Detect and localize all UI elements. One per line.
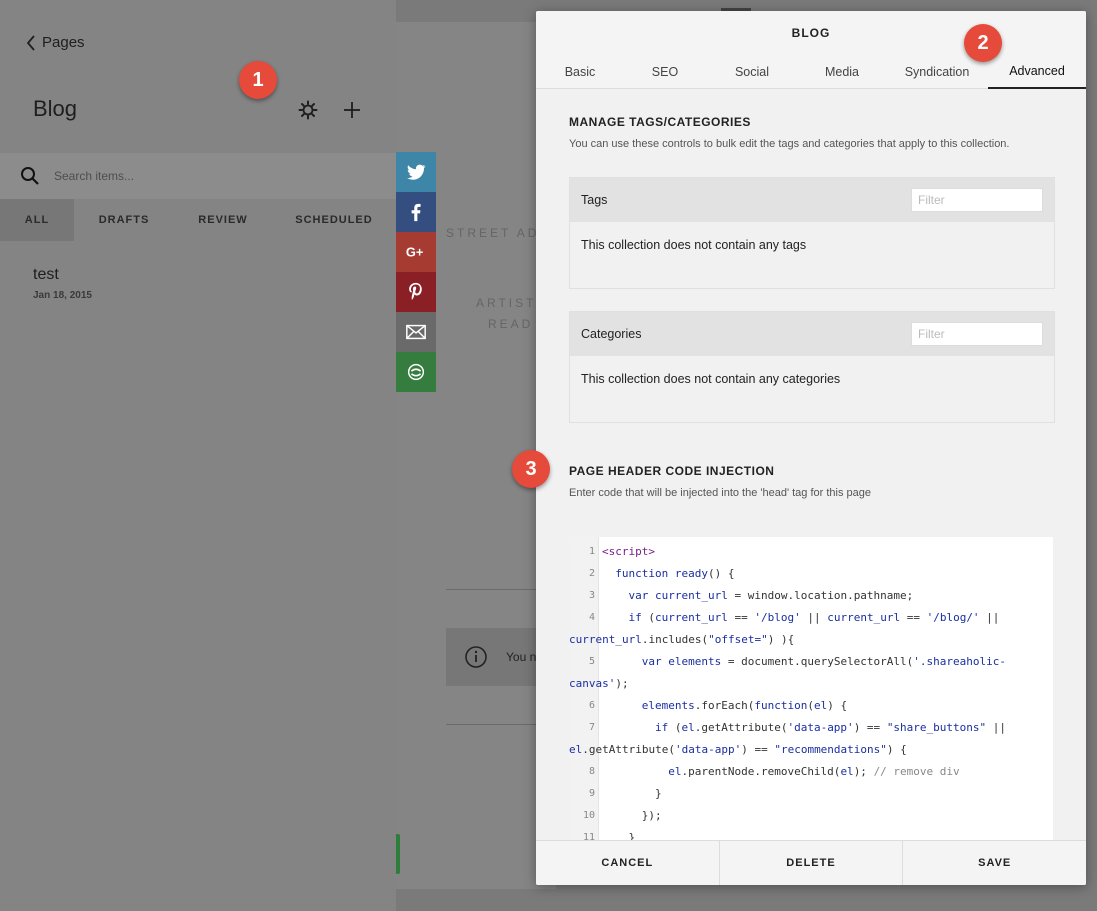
code-line: el.getAttribute('data-app') == "recommen…	[569, 743, 907, 756]
line-number: 1	[588, 546, 595, 557]
tags-box: Tags This collection does not contain an…	[569, 177, 1055, 289]
section-description: Enter code that will be injected into th…	[569, 487, 872, 499]
svg-text:G+: G+	[406, 245, 423, 260]
code-injection-editor[interactable]: 1 <script> 2 function ready() { 3 var cur…	[569, 537, 1053, 840]
tags-filter-input[interactable]	[911, 188, 1043, 212]
email-share-button[interactable]	[396, 312, 436, 352]
code-line: el.parentNode.removeChild(el); // remove…	[668, 765, 960, 778]
tags-box-header: Tags	[570, 178, 1054, 222]
code-line: if (el.getAttribute('data-app') == "shar…	[654, 721, 1007, 734]
facebook-share-button[interactable]	[396, 192, 436, 232]
shareaholic-share-button[interactable]	[396, 352, 436, 392]
search-icon	[21, 167, 39, 185]
post-date: Jan 18, 2015	[33, 290, 92, 301]
tab-media[interactable]: Media	[798, 55, 886, 89]
divider	[446, 589, 546, 590]
line-number: 5	[588, 656, 595, 667]
line-number: 2	[588, 568, 595, 579]
categories-filter-input[interactable]	[911, 322, 1043, 346]
notice-text: You n	[506, 650, 537, 664]
line-number: 8	[588, 766, 595, 777]
search-bar	[0, 153, 396, 199]
code-line: current_url.includes("offset=") ){	[569, 633, 795, 646]
pages-panel: Pages Blog ALL DRAFTS REVIEW SCHEDULED t…	[0, 0, 396, 911]
code-line: <script>	[602, 545, 655, 558]
tab-social[interactable]: Social	[706, 55, 798, 89]
dialog-header: BLOG Basic SEO Social Media Syndication …	[536, 11, 1086, 89]
back-to-pages-link[interactable]: Pages	[26, 34, 85, 51]
shareaholic-icon	[407, 363, 425, 381]
code-line: });	[602, 809, 662, 822]
categories-label: Categories	[581, 327, 642, 341]
google-plus-icon: G+	[406, 245, 423, 260]
chevron-left-icon	[26, 34, 35, 51]
divider	[446, 724, 546, 725]
info-icon	[465, 646, 487, 668]
cancel-button[interactable]: CANCEL	[536, 841, 720, 885]
back-label: Pages	[42, 34, 85, 51]
gear-icon[interactable]	[298, 100, 318, 120]
preview-notice: You n	[446, 628, 546, 686]
categories-box-header: Categories	[570, 312, 1054, 356]
pinterest-icon	[409, 282, 422, 300]
add-item-icon[interactable]	[342, 100, 362, 120]
collection-settings-dialog: BLOG Basic SEO Social Media Syndication …	[536, 11, 1086, 885]
collection-title: Blog	[33, 96, 78, 121]
twitter-share-button[interactable]	[396, 152, 436, 192]
line-number: 4	[588, 612, 595, 623]
post-title: test	[33, 266, 59, 283]
line-number: 6	[588, 700, 595, 711]
code-line: var elements = document.querySelectorAll…	[641, 655, 1007, 668]
line-number: 7	[588, 722, 595, 733]
filter-tab-scheduled[interactable]: SCHEDULED	[272, 199, 396, 241]
save-button[interactable]: SAVE	[903, 841, 1086, 885]
pinterest-share-button[interactable]	[396, 272, 436, 312]
share-buttons-bar: G+	[396, 152, 436, 392]
tab-basic[interactable]: Basic	[536, 55, 624, 89]
section-title: PAGE HEADER CODE INJECTION	[569, 464, 775, 478]
step-badge-3: 3	[512, 450, 550, 488]
tags-label: Tags	[581, 193, 608, 207]
settings-tabs: Basic SEO Social Media Syndication Advan…	[536, 55, 1086, 89]
tab-advanced[interactable]: Advanced	[988, 55, 1086, 89]
code-line: var current_url = window.location.pathna…	[628, 589, 914, 602]
code-line: elements.forEach(function(el) {	[641, 699, 848, 712]
line-number: 11	[582, 832, 595, 840]
preview-text: STREET AD	[446, 226, 540, 240]
section-title: MANAGE TAGS/CATEGORIES	[569, 115, 751, 129]
code-line: function ready() {	[615, 567, 735, 580]
step-badge-1: 1	[239, 61, 277, 99]
filter-tab-review[interactable]: REVIEW	[174, 199, 272, 241]
twitter-icon	[407, 164, 426, 180]
dialog-footer: CANCEL DELETE SAVE	[536, 840, 1086, 885]
section-description: You can use these controls to bulk edit …	[569, 138, 1010, 150]
delete-button[interactable]: DELETE	[720, 841, 904, 885]
dialog-body: MANAGE TAGS/CATEGORIES You can use these…	[536, 90, 1086, 840]
code-line: if (current_url == '/blog' || current_ur…	[628, 611, 1000, 624]
google-plus-share-button[interactable]: G+	[396, 232, 436, 272]
code-line: }	[602, 831, 636, 840]
tab-syndication[interactable]: Syndication	[886, 55, 988, 89]
code-line: canvas');	[569, 677, 629, 690]
status-marker	[396, 834, 400, 874]
line-number: 3	[588, 590, 595, 601]
categories-empty-message: This collection does not contain any cat…	[581, 372, 841, 386]
list-item[interactable]: test Jan 18, 2015	[33, 266, 92, 301]
email-icon	[406, 324, 426, 340]
preview-text: READ	[488, 317, 534, 331]
filter-tab-drafts[interactable]: DRAFTS	[74, 199, 174, 241]
step-badge-2: 2	[964, 24, 1002, 62]
line-number: 9	[588, 788, 595, 799]
filter-tabs: ALL DRAFTS REVIEW SCHEDULED	[0, 199, 396, 241]
dialog-title: BLOG	[791, 26, 831, 40]
tags-empty-message: This collection does not contain any tag…	[581, 238, 807, 252]
facebook-icon	[411, 203, 421, 222]
tab-seo[interactable]: SEO	[624, 55, 706, 89]
filter-tab-all[interactable]: ALL	[0, 199, 74, 241]
code-line: }	[602, 787, 662, 800]
line-number: 10	[582, 810, 595, 821]
search-input[interactable]	[54, 169, 354, 183]
categories-box: Categories This collection does not cont…	[569, 311, 1055, 423]
